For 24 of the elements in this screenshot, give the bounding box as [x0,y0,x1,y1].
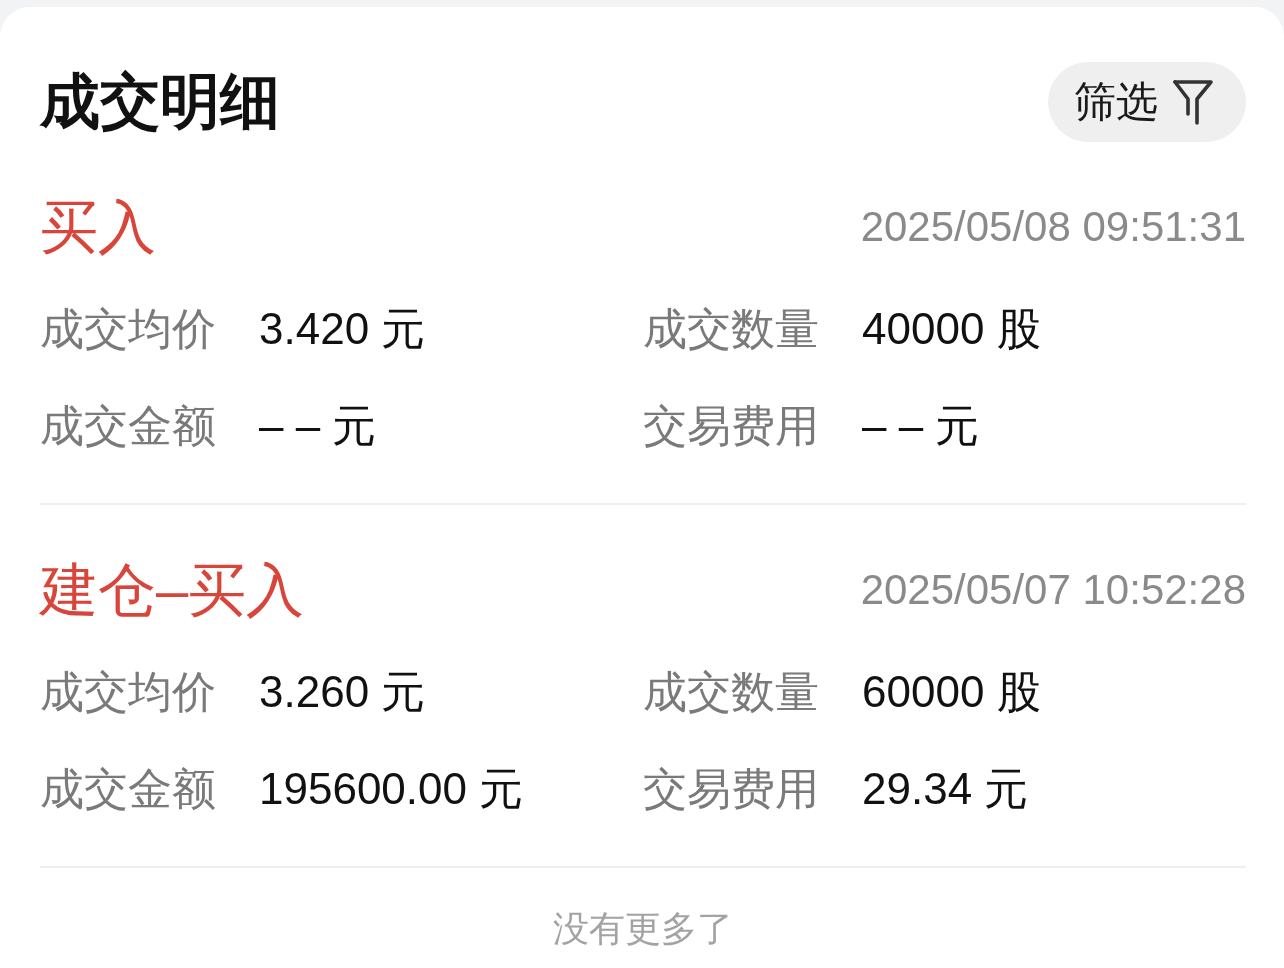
field-label: 成交数量 [643,665,820,718]
field-label: 成交金额 [40,399,217,452]
field-value: – – 元 [862,399,980,452]
field-label: 交易费用 [643,399,820,452]
field-value: – – 元 [259,399,377,452]
field-value: 3.260 元 [259,665,426,718]
page-title: 成交明细 [40,67,280,137]
field-value: 195600.00 元 [259,762,524,815]
field-label: 成交均价 [40,665,217,718]
field-value: 40000 股 [862,302,1041,355]
trade-type-label: 建仓–买入 [40,558,305,622]
field-value: 29.34 元 [862,762,1029,815]
field-label: 交易费用 [643,762,820,815]
trade-time: 2025/05/08 09:51:31 [860,203,1246,251]
field-value: 60000 股 [862,665,1041,718]
field-label: 成交均价 [40,302,217,355]
trade-type-label: 买入 [40,195,156,259]
field-label: 成交数量 [643,302,820,355]
trade-time: 2025/05/07 10:52:28 [860,566,1246,614]
filter-icon [1172,78,1214,126]
field-label: 成交金额 [40,762,217,815]
filter-button[interactable]: 筛选 [1048,62,1246,142]
field-value: 3.420 元 [259,302,426,355]
end-of-list-text: 没有更多了 [553,908,733,950]
